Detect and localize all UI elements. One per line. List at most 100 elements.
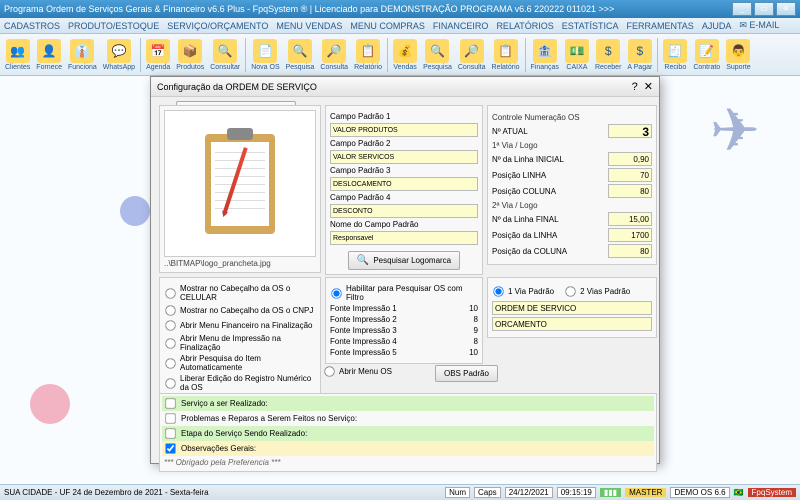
dialog-help-icon[interactable]: ?	[632, 81, 638, 93]
linha-ini-label: Nº da Linha INICIAL	[492, 155, 608, 164]
fonte-val-0[interactable]: 10	[456, 304, 478, 313]
toolbar-icon: 👥	[6, 39, 30, 63]
obs-padrao-button[interactable]: OBS Padrão	[435, 365, 498, 382]
statusbar: SUA CIDADE - UF 24 de Dezembro de 2021 -…	[0, 484, 800, 500]
menu-item-10[interactable]: ✉ E-MAIL	[739, 20, 779, 31]
toolbar-a pagar[interactable]: $A Pagar	[624, 37, 655, 73]
toolbar-whatsapp[interactable]: 💬WhatsApp	[100, 37, 138, 73]
window-max[interactable]: ▭	[754, 2, 774, 16]
opt-radio-5[interactable]	[165, 378, 175, 388]
window-min[interactable]: _	[732, 2, 752, 16]
via1-label: 1 Via Padrão	[508, 287, 554, 296]
toolbar-icon: 🔎	[322, 39, 346, 63]
toolbar-icon: 💬	[107, 39, 131, 63]
campo-input-2[interactable]	[330, 177, 478, 191]
num-atual-input[interactable]: 3	[608, 124, 652, 138]
toolbar-consulta[interactable]: 🔎Consulta	[455, 37, 489, 73]
toolbar-finanças[interactable]: 🏦Finanças	[528, 37, 562, 73]
logo-path: ..\BITMAP\logo_prancheta.jpg	[164, 259, 316, 268]
toolbar-pesquisa[interactable]: 🔍Pesquisa	[420, 37, 455, 73]
fonte-val-2[interactable]: 9	[456, 326, 478, 335]
toolbar-funciona[interactable]: 👔Funciona	[65, 37, 100, 73]
campo-input-1[interactable]	[330, 150, 478, 164]
fonte-val-4[interactable]: 10	[456, 348, 478, 357]
menu-item-0[interactable]: CADASTROS	[4, 21, 60, 31]
menu-item-6[interactable]: RELATÓRIOS	[496, 21, 553, 31]
toolbar-icon: 🔍	[425, 39, 449, 63]
orcamento-input[interactable]	[492, 317, 652, 331]
menu-item-5[interactable]: FINANCEIRO	[433, 21, 489, 31]
nome-campo-input[interactable]	[330, 231, 478, 245]
campo-input-0[interactable]	[330, 123, 478, 137]
logo-preview	[164, 110, 316, 257]
menu-item-1[interactable]: PRODUTO/ESTOQUE	[68, 21, 159, 31]
dialog-close-icon[interactable]: ✕	[644, 80, 653, 93]
toolbar-agenda[interactable]: 📅Agenda	[143, 37, 173, 73]
fonte-val-3[interactable]: 8	[456, 337, 478, 346]
toolbar-produtos[interactable]: 📦Produtos	[173, 37, 207, 73]
linha-ini-input[interactable]	[608, 152, 652, 166]
menu-item-3[interactable]: MENU VENDAS	[276, 21, 342, 31]
opt-radio-3[interactable]	[165, 338, 175, 348]
menu-item-4[interactable]: MENU COMPRAS	[350, 21, 425, 31]
ordem-servico-input[interactable]	[492, 301, 652, 315]
hab-filtro-label: Habilitar para Pesquisar OS com Filtro	[346, 284, 478, 302]
toolbar-icon: 💰	[393, 39, 417, 63]
chk-3[interactable]	[165, 443, 175, 453]
opt-label-1: Mostrar no Cabeçalho da OS o CNPJ	[180, 306, 313, 315]
toolbar-icon: 📅	[146, 39, 170, 63]
hab-filtro-radio[interactable]	[331, 288, 341, 298]
status-caps: Caps	[474, 487, 501, 498]
service-checks-group: Serviço a ser Realizado:Problemas e Repa…	[159, 393, 657, 472]
opt-radio-4[interactable]	[165, 358, 175, 368]
toolbar-nova os[interactable]: 📄Nova OS	[248, 37, 282, 73]
toolbar-caixa[interactable]: 💵CAIXA	[562, 37, 592, 73]
toolbar-clientes[interactable]: 👥Clientes	[2, 37, 33, 73]
chk-1[interactable]	[165, 413, 175, 423]
pos-col1-input[interactable]	[608, 184, 652, 198]
menu-item-8[interactable]: FERRAMENTAS	[626, 21, 693, 31]
pos-col2-input[interactable]	[608, 244, 652, 258]
toolbar-icon: 🏦	[533, 39, 557, 63]
pos-col1-label: Posição COLUNA	[492, 187, 608, 196]
fonte-label-0: Fonte Impressão 1	[330, 304, 456, 313]
pos-linha2-input[interactable]	[608, 228, 652, 242]
toolbar-recibo[interactable]: 🧾Recibo	[660, 37, 690, 73]
search-logo-button[interactable]: 🔍Pesquisar Logomarca	[348, 251, 460, 270]
campos-group: Campo Padrão 1Campo Padrão 2Campo Padrão…	[325, 105, 483, 275]
menu-item-9[interactable]: AJUDA	[702, 21, 732, 31]
chk-0[interactable]	[165, 398, 175, 408]
toolbar-icon: 💵	[565, 39, 589, 63]
dialog-title: Configuração da ORDEM DE SERVIÇO	[157, 82, 632, 92]
opt-radio-0[interactable]	[165, 288, 175, 298]
campo-input-3[interactable]	[330, 204, 478, 218]
opt-radio-1[interactable]	[165, 305, 175, 315]
toolbar-icon: $	[628, 39, 652, 63]
fonte-label-1: Fonte Impressão 2	[330, 315, 456, 324]
toolbar-consultar[interactable]: 🔍Consultar	[207, 37, 243, 73]
toolbar-vendas[interactable]: 💰Vendas	[390, 37, 420, 73]
via1-radio[interactable]	[493, 286, 503, 296]
abrir-menu-os-radio[interactable]	[324, 366, 334, 376]
via2-radio[interactable]	[565, 286, 575, 296]
opt-radio-2[interactable]	[165, 320, 175, 330]
status-demo: DEMO OS 6.6	[670, 487, 729, 498]
window-close[interactable]: ✕	[776, 2, 796, 16]
linha-fin-input[interactable]	[608, 212, 652, 226]
opt-label-3: Abrir Menu de Impressão na Finalização	[180, 334, 316, 352]
pos-linha1-input[interactable]	[608, 168, 652, 182]
toolbar-receber[interactable]: $Receber	[592, 37, 624, 73]
menu-item-2[interactable]: SERVIÇO/ORÇAMENTO	[167, 21, 268, 31]
toolbar-contrato[interactable]: 📝Contrato	[690, 37, 723, 73]
num-title: Controle Numeração OS	[492, 113, 652, 122]
toolbar-relatório[interactable]: 📋Relatório	[351, 37, 385, 73]
toolbar-consulta[interactable]: 🔎Consulta	[317, 37, 351, 73]
chk-2[interactable]	[165, 428, 175, 438]
toolbar-suporte[interactable]: 👨Suporte	[723, 37, 754, 73]
toolbar-icon: 📋	[356, 39, 380, 63]
toolbar-fornece[interactable]: 👤Fornece	[33, 37, 65, 73]
toolbar-relatório[interactable]: 📋Relatório	[489, 37, 523, 73]
fonte-val-1[interactable]: 8	[456, 315, 478, 324]
toolbar-pesquisa[interactable]: 🔍Pesquisa	[283, 37, 318, 73]
menu-item-7[interactable]: ESTATÍSTICA	[562, 21, 619, 31]
